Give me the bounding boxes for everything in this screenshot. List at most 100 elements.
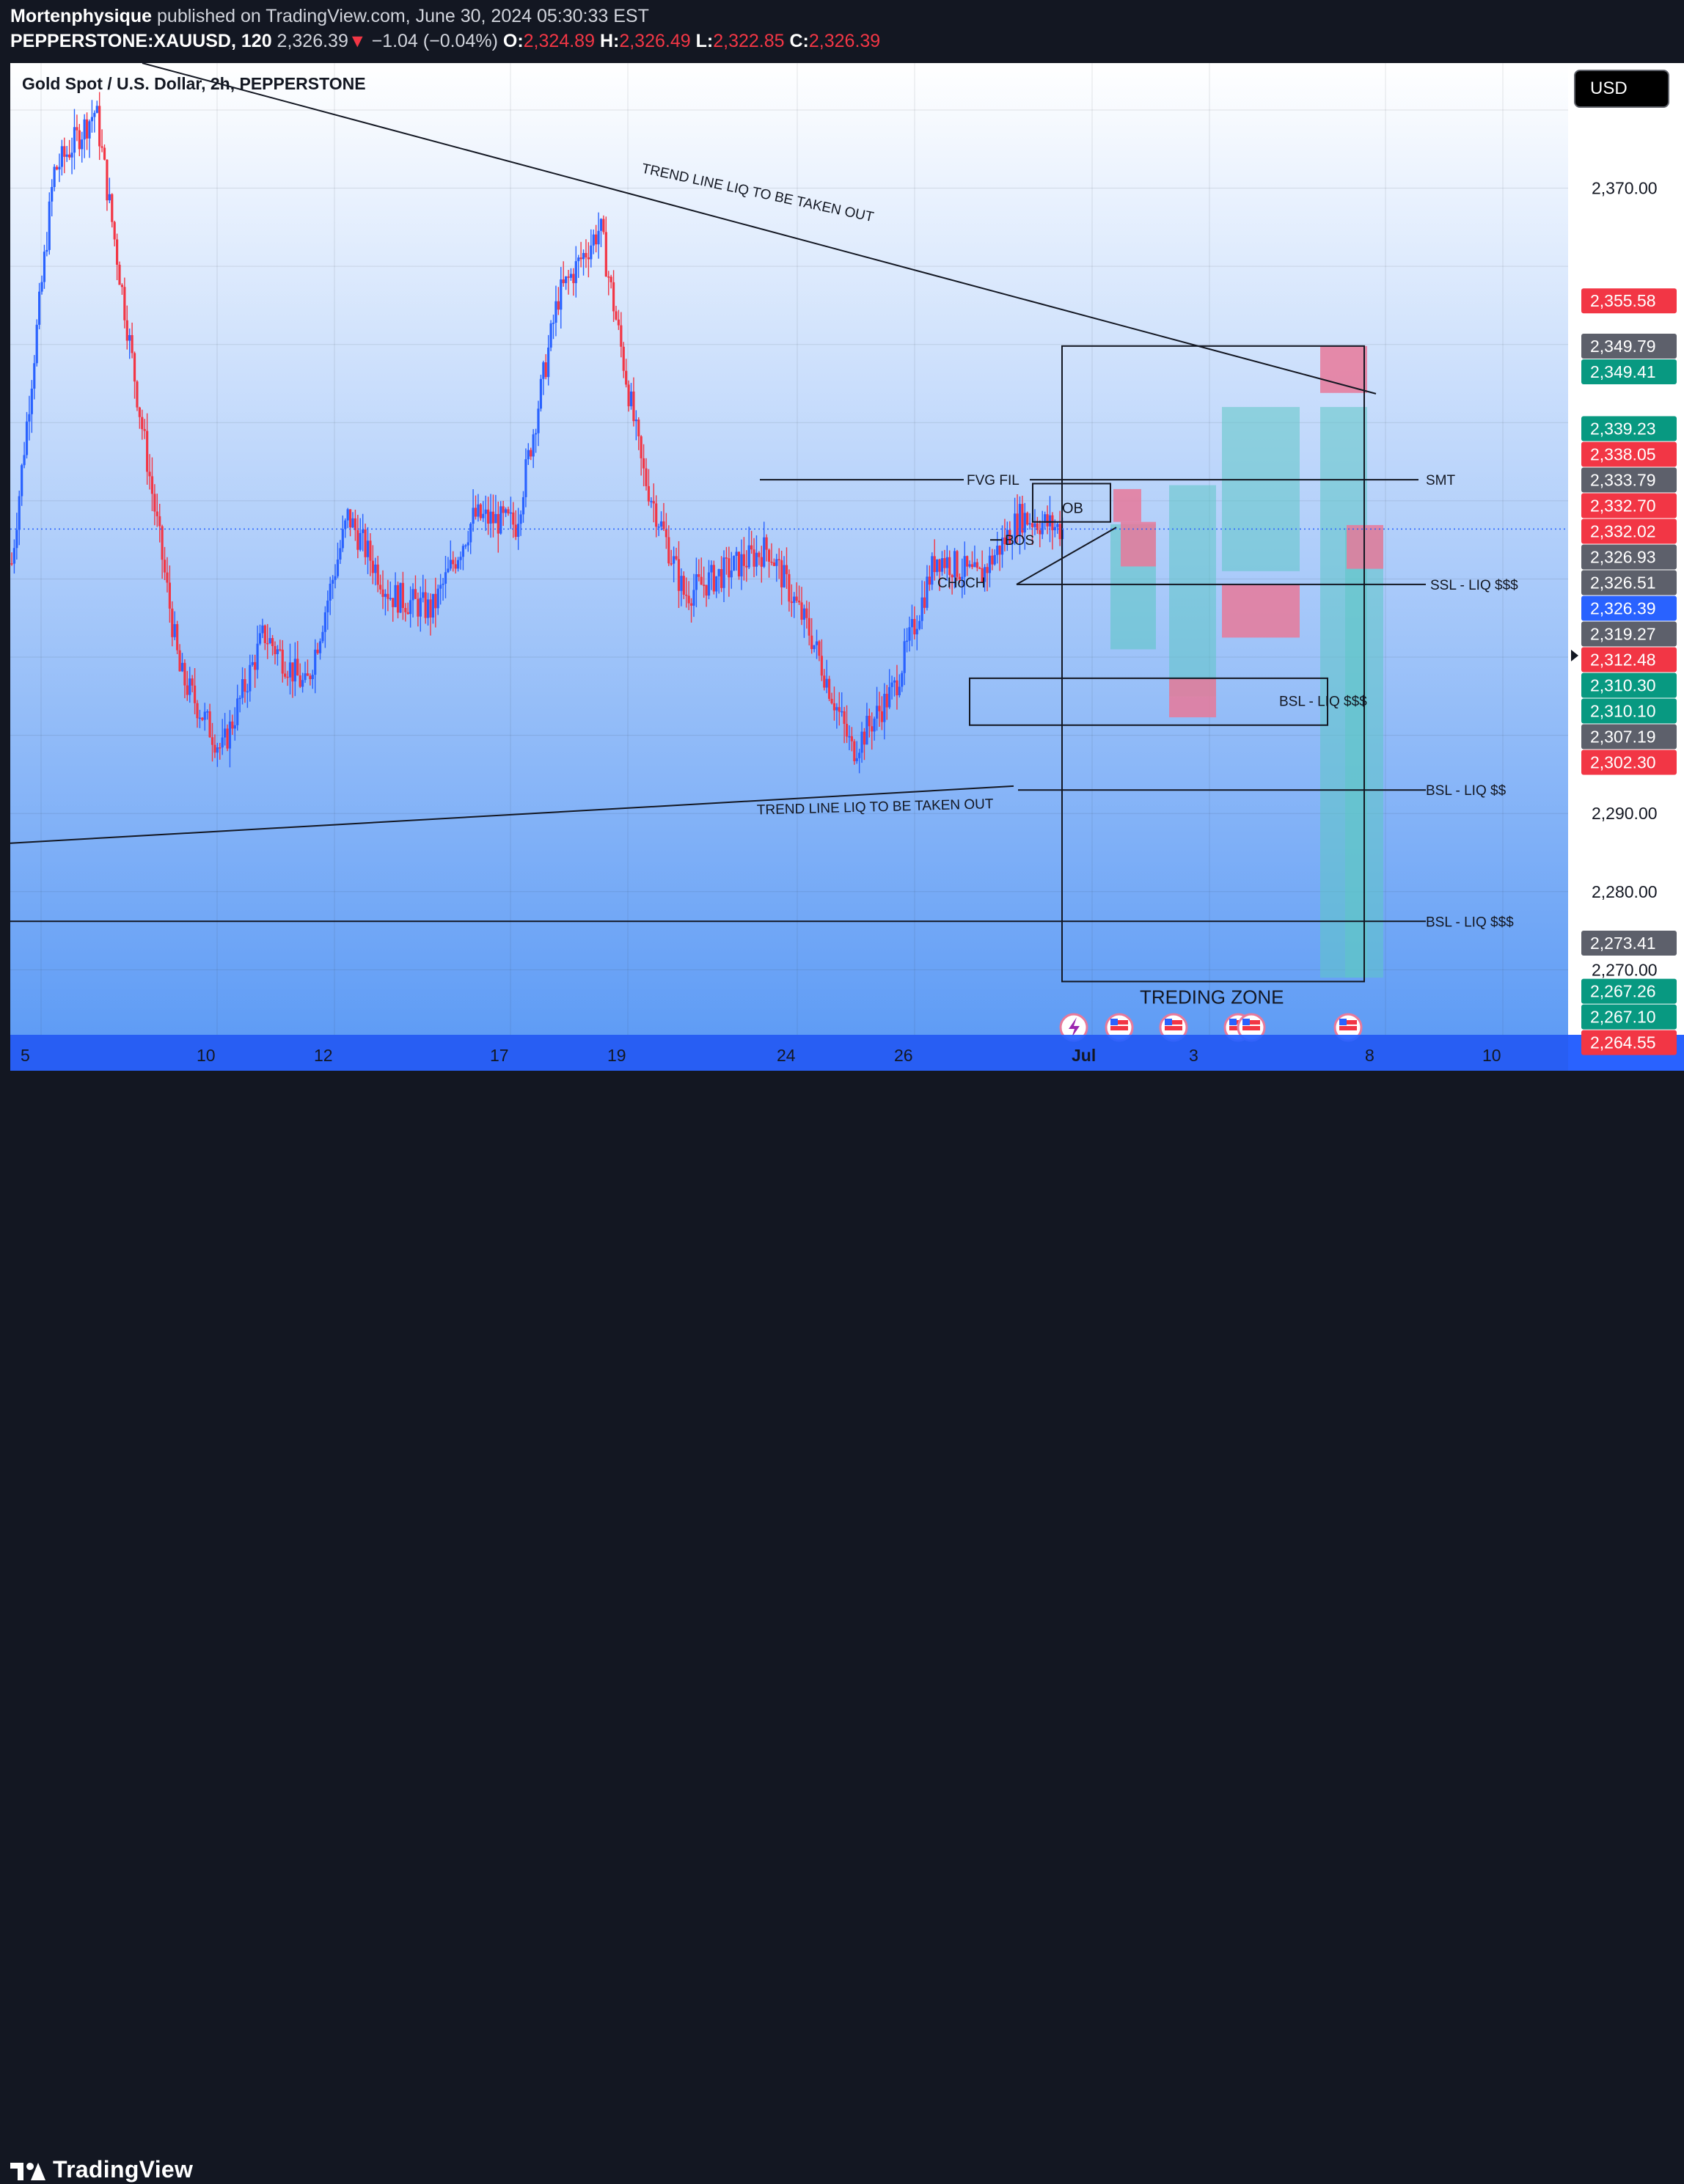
candle-body — [858, 752, 861, 758]
candle-body — [76, 127, 78, 131]
low-value: 2,322.85 — [713, 31, 785, 51]
candle-body — [625, 370, 628, 385]
currency-button[interactable]: USD — [1574, 70, 1669, 108]
candle-body — [740, 554, 743, 576]
candle-body — [180, 662, 184, 672]
candle-body — [321, 631, 324, 642]
candle-body — [15, 529, 18, 549]
candle-body — [504, 509, 508, 513]
candle-body — [477, 504, 480, 517]
candle-body — [823, 675, 826, 688]
candle-body — [40, 282, 43, 292]
candle-body — [770, 561, 773, 563]
candle-body — [21, 465, 23, 496]
candle-body — [933, 556, 936, 573]
candle-body — [73, 127, 76, 153]
candle-body — [637, 419, 640, 436]
candle-body — [788, 574, 791, 602]
candle-body — [155, 511, 158, 516]
candle-body — [354, 518, 357, 530]
candle-body — [311, 675, 314, 680]
candle-body — [314, 649, 317, 675]
candle-body — [183, 662, 186, 686]
candle-body — [795, 596, 798, 601]
candle-body — [813, 645, 816, 650]
candle-body — [219, 747, 222, 749]
candle-body — [299, 675, 301, 687]
price-axis-tick: 2,290.00 — [1592, 804, 1658, 823]
candle-body — [336, 559, 340, 576]
candle-body — [595, 234, 598, 245]
trading-zone-label: TREDING ZONE — [1140, 986, 1284, 1008]
price-tag-label: 2,338.05 — [1590, 444, 1656, 463]
candle-body — [843, 711, 846, 725]
candle-body — [537, 408, 540, 433]
candle-body — [309, 675, 312, 680]
chart-area[interactable]: TREDING ZONE TREND LINE LIQ TO BE TAKEN O… — [10, 63, 1684, 1071]
candle-body — [176, 624, 179, 651]
candle-body — [158, 516, 161, 527]
candle-body — [810, 635, 813, 650]
candle-body — [975, 562, 978, 568]
candle-body — [853, 741, 856, 761]
candle-body — [542, 362, 545, 379]
candle-body — [371, 560, 374, 574]
candle-body — [680, 576, 683, 591]
candle-body — [692, 590, 695, 606]
candle-body — [835, 707, 838, 711]
candle-body — [1056, 524, 1059, 527]
candle-body — [785, 565, 788, 574]
candle-body — [805, 608, 808, 618]
candle-body — [780, 560, 783, 587]
candle-body — [554, 301, 557, 323]
symbol-name[interactable]: PEPPERSTONE:XAUUSD, 120 — [10, 31, 272, 51]
candle-body — [978, 568, 981, 569]
candle-body — [775, 559, 778, 566]
fvg-label: FVG FIL — [967, 473, 1019, 488]
author-name[interactable]: Mortenphysique — [10, 6, 152, 26]
candle-body — [569, 274, 573, 278]
candle-body — [261, 625, 264, 634]
candle-body — [171, 608, 174, 637]
candle-body — [266, 642, 269, 645]
candle-body — [359, 532, 362, 550]
candle-body — [396, 585, 400, 613]
candle-body — [55, 166, 59, 170]
candle-body — [206, 711, 209, 713]
candle-body — [956, 551, 959, 577]
candle-body — [364, 529, 367, 557]
tradingview-logo[interactable]: TradingView — [10, 2155, 193, 2184]
candle-body — [841, 711, 843, 713]
candle-body — [552, 323, 555, 324]
chart-header: Mortenphysique published on TradingView.… — [0, 0, 1684, 63]
candle-body — [10, 563, 13, 565]
price-tag-label: 2,302.30 — [1590, 752, 1656, 772]
candle-body — [116, 239, 119, 265]
candle-body — [210, 737, 214, 745]
candle-body — [334, 576, 337, 580]
candle-body — [745, 565, 748, 568]
candle-body — [928, 576, 931, 585]
close-label: C: — [789, 31, 809, 51]
candle-body — [193, 685, 197, 703]
candle-body — [850, 736, 853, 741]
candle-body — [888, 686, 891, 708]
candle-body — [521, 496, 525, 515]
candle-body — [133, 353, 136, 382]
candle-body — [629, 391, 633, 406]
candle-body — [362, 529, 365, 533]
candle-body — [344, 520, 347, 529]
candle-body — [953, 551, 956, 578]
high-value: 2,326.49 — [619, 31, 691, 51]
price-axis-tick: 2,280.00 — [1592, 882, 1658, 901]
candle-body — [973, 562, 976, 568]
candle-body — [422, 592, 425, 598]
close-value: 2,326.39 — [808, 31, 881, 51]
candle-body — [150, 476, 154, 494]
symbol-line: PEPPERSTONE:XAUUSD, 120 2,326.39▼ −1.04 … — [10, 31, 880, 52]
price-chart[interactable]: TREDING ZONETREND LINE LIQ TO BE TAKEN O… — [10, 63, 1684, 1071]
candle-body — [244, 679, 246, 692]
candle-body — [715, 576, 718, 592]
candle-body — [238, 697, 241, 700]
candle-body — [838, 707, 841, 712]
